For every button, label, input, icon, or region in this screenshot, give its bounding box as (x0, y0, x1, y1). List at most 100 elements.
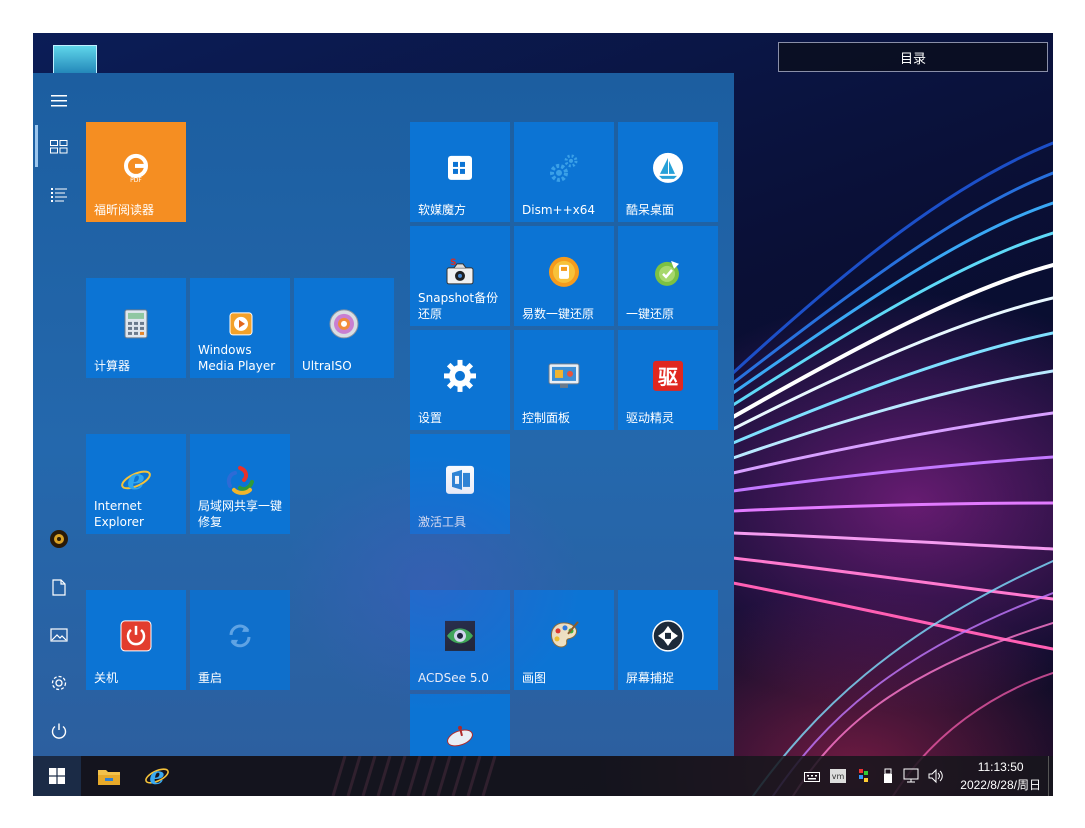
clock[interactable]: 11:13:50 2022/8/28/周日 (960, 758, 1041, 794)
clock-date: 2022/8/28/周日 (960, 778, 1041, 792)
network-repair-icon (223, 463, 257, 497)
tile-snapshot-backup[interactable]: S Snapshot备份 还原 (410, 226, 510, 326)
tile-label: 局域网共享一键 修复 (198, 499, 283, 529)
svg-text:S: S (450, 258, 456, 268)
calculator-icon (119, 307, 153, 341)
snapshot-camera-icon: S (443, 255, 477, 289)
svg-text:e: e (127, 464, 145, 496)
tile-label: Dism++x64 (522, 203, 595, 217)
tray-network[interactable] (903, 767, 921, 785)
power-off-icon (119, 619, 153, 653)
tile-driver-genius[interactable]: 驱 驱动精灵 (618, 330, 718, 430)
tile-ultraiso[interactable]: UltraISO (294, 278, 394, 378)
tile-label: 画图 (522, 671, 547, 685)
tile-label: 设置 (418, 411, 443, 425)
tile-label: Windows Media Player (198, 343, 276, 373)
power-icon (51, 723, 67, 739)
show-desktop-button[interactable] (1048, 756, 1053, 796)
hamburger-menu-button[interactable] (41, 83, 77, 119)
taskbar-file-explorer[interactable] (85, 756, 133, 796)
tile-label: 控制面板 (522, 411, 571, 425)
windows-logo-icon (49, 768, 65, 784)
restore-green-icon (651, 255, 685, 289)
taskbar-internet-explorer[interactable]: e (133, 756, 181, 796)
list-icon (51, 188, 67, 202)
tile-foxit-reader[interactable]: PDF 福昕阅读器 (86, 122, 186, 222)
tile-windows-media-player[interactable]: Windows Media Player (190, 278, 290, 378)
gears-icon (547, 151, 581, 185)
tray-keyboard[interactable] (803, 767, 821, 785)
power-button[interactable] (41, 713, 77, 749)
tile-control-panel[interactable]: 控制面板 (514, 330, 614, 430)
camera-shutter-icon (651, 619, 685, 653)
taskbar: e vm 11:13:50 2022/8/28/周日 (33, 756, 1053, 796)
tile-label: 计算器 (94, 359, 131, 373)
cube-app-icon (443, 151, 477, 185)
tile-label: 关机 (94, 671, 119, 685)
internet-explorer-icon: e (119, 463, 153, 497)
driver-genius-icon: 驱 (651, 359, 685, 393)
pictures-button[interactable] (41, 617, 77, 653)
restore-orange-icon (547, 255, 581, 289)
svg-text:PDF: PDF (130, 177, 142, 183)
tile-label: ACDSee 5.0 (418, 671, 489, 685)
tile-acdsee[interactable]: ACDSee 5.0 (410, 590, 510, 690)
volume-icon (928, 768, 943, 784)
tray-volume[interactable] (927, 767, 945, 785)
clock-time: 11:13:50 (977, 760, 1024, 774)
color-app-icon (859, 769, 868, 782)
keyboard-icon (804, 772, 820, 782)
all-tiles-button[interactable] (41, 129, 77, 165)
user-avatar-icon (50, 530, 68, 548)
tile-kudai-desktop[interactable]: 酷呆桌面 (618, 122, 718, 222)
toc-button[interactable]: 目录 (778, 42, 1048, 72)
paint-palette-icon (547, 619, 581, 653)
tile-internet-explorer[interactable]: e Internet Explorer (86, 434, 186, 534)
tile-label: 软媒魔方 (418, 203, 467, 217)
start-button[interactable] (33, 756, 81, 796)
tile-settings[interactable]: 设置 (410, 330, 510, 430)
tile-paint[interactable]: 画图 (514, 590, 614, 690)
internet-explorer-icon: e (145, 763, 169, 789)
desktop-screen: 目录 PDF 福昕阅读器 计算器 Windows Media Player Ul… (33, 33, 1053, 796)
tile-yishu-restore[interactable]: 易数一键还原 (514, 226, 614, 326)
tile-one-key-restore[interactable]: 一键还原 (618, 226, 718, 326)
tile-partial[interactable] (410, 694, 510, 756)
vmware-icon: vm (830, 769, 846, 783)
document-icon (52, 578, 66, 596)
file-explorer-icon (98, 770, 120, 785)
disc-icon (327, 307, 361, 341)
documents-button[interactable] (41, 569, 77, 605)
tile-label: 一键还原 (626, 307, 675, 321)
tile-calculator[interactable]: 计算器 (86, 278, 186, 378)
hamburger-icon (51, 95, 67, 107)
svg-text:e: e (149, 763, 164, 789)
tile-ruanmei-mofang[interactable]: 软媒魔方 (410, 122, 510, 222)
tile-label: Internet Explorer (94, 499, 144, 529)
tile-dism[interactable]: Dism++x64 (514, 122, 614, 222)
tile-lan-share-repair[interactable]: 局域网共享一键 修复 (190, 434, 290, 534)
network-icon (903, 768, 919, 783)
svg-text:驱: 驱 (658, 365, 678, 389)
settings-button[interactable] (41, 665, 77, 701)
tray-usb[interactable] (879, 767, 897, 785)
tray-color-app[interactable] (855, 767, 873, 785)
toc-label: 目录 (899, 50, 926, 66)
gear-icon (51, 675, 67, 691)
tile-restart[interactable]: 重启 (190, 590, 290, 690)
gear-icon (443, 359, 477, 393)
app-list-button[interactable] (41, 177, 77, 213)
media-player-icon (223, 307, 257, 341)
tile-activation-tool[interactable]: 激活工具 (410, 434, 510, 534)
tile-shutdown[interactable]: 关机 (86, 590, 186, 690)
tile-label: 酷呆桌面 (626, 203, 675, 217)
tile-label: 屏幕捕捉 (626, 671, 675, 685)
tile-label: 激活工具 (418, 515, 467, 529)
tray-vmware[interactable]: vm (829, 767, 847, 785)
svg-text:vm: vm (832, 772, 845, 781)
control-panel-icon (547, 359, 581, 393)
satellite-dish-icon (443, 719, 477, 753)
office-activate-icon (443, 463, 477, 497)
user-account-button[interactable] (41, 521, 77, 557)
tile-screen-capture[interactable]: 屏幕捕捉 (618, 590, 718, 690)
